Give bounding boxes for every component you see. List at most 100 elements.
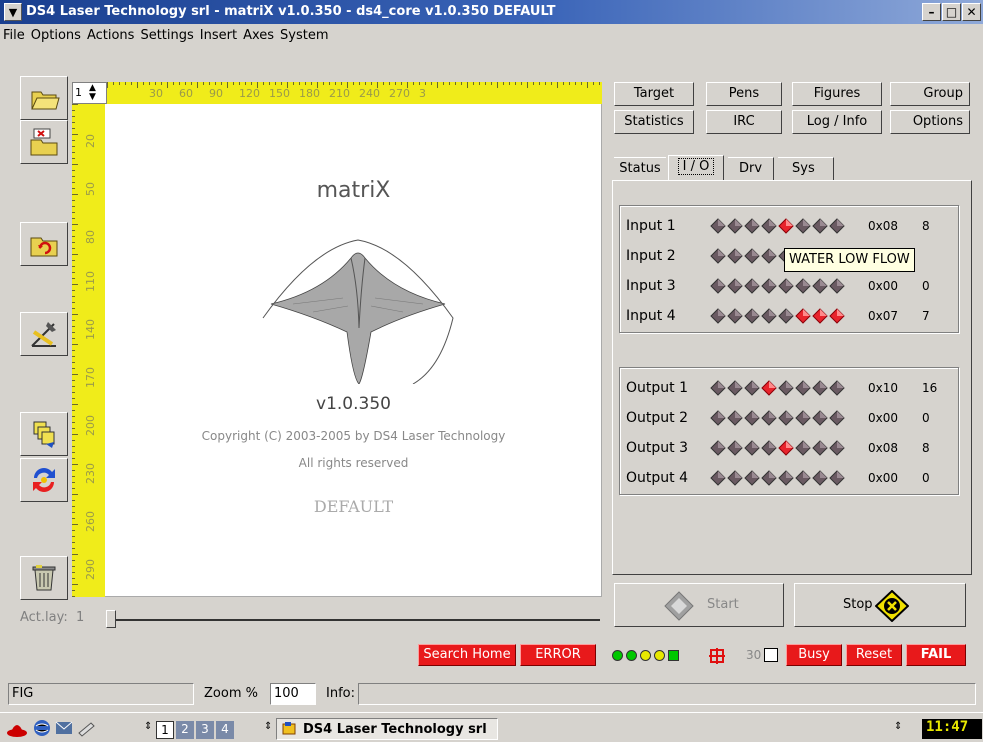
title-bar[interactable]: ▼ DS4 Laser Technology srl - matriX v1.0…	[0, 0, 983, 24]
subtab-status[interactable]: Status	[614, 157, 666, 181]
led-off-icon[interactable]	[778, 308, 794, 324]
led-off-icon[interactable]	[778, 278, 794, 294]
led-off-icon[interactable]	[795, 380, 811, 396]
led-off-icon[interactable]	[761, 278, 777, 294]
led-on-icon[interactable]	[812, 308, 828, 324]
led-off-icon[interactable]	[812, 470, 828, 486]
layers-button[interactable]	[20, 412, 68, 456]
desktop-2[interactable]: 2	[176, 721, 194, 739]
led-off-icon[interactable]	[727, 470, 743, 486]
led-on-icon[interactable]	[778, 218, 794, 234]
open-file-button[interactable]	[20, 76, 68, 120]
led-off-icon[interactable]	[812, 278, 828, 294]
actlay-slider-track[interactable]	[110, 619, 600, 621]
led-on-icon[interactable]	[795, 308, 811, 324]
led-on-icon[interactable]	[761, 380, 777, 396]
led-off-icon[interactable]	[761, 440, 777, 456]
led-off-icon[interactable]	[744, 308, 760, 324]
tab-pens[interactable]: Pens	[706, 82, 782, 106]
tab-statistics[interactable]: Statistics	[614, 110, 694, 134]
tab-log-info[interactable]: Log / Info	[792, 110, 882, 134]
desktop-3[interactable]: 3	[196, 721, 214, 739]
tray-arrows-icon[interactable]: ⇕	[894, 721, 902, 732]
led-off-icon[interactable]	[795, 278, 811, 294]
subtab-io[interactable]: I / O	[668, 155, 724, 181]
led-off-icon[interactable]	[812, 410, 828, 426]
subtab-sys[interactable]: Sys	[778, 157, 834, 181]
led-off-icon[interactable]	[710, 278, 726, 294]
led-off-icon[interactable]	[829, 218, 845, 234]
redhat-icon[interactable]	[6, 718, 28, 738]
led-off-icon[interactable]	[761, 410, 777, 426]
led-off-icon[interactable]	[761, 248, 777, 264]
led-off-icon[interactable]	[710, 470, 726, 486]
led-off-icon[interactable]	[829, 278, 845, 294]
led-off-icon[interactable]	[778, 410, 794, 426]
menu-file[interactable]: File	[0, 24, 28, 43]
led-off-icon[interactable]	[710, 440, 726, 456]
import-button[interactable]	[20, 120, 68, 164]
menu-actions[interactable]: Actions	[84, 24, 138, 43]
led-off-icon[interactable]	[795, 218, 811, 234]
edit-drawing-button[interactable]	[20, 312, 68, 356]
layer-spinbox[interactable]: 1 ▲ ▼	[72, 82, 107, 104]
led-off-icon[interactable]	[744, 470, 760, 486]
led-off-icon[interactable]	[710, 218, 726, 234]
led-off-icon[interactable]	[829, 410, 845, 426]
refresh-button[interactable]	[20, 458, 68, 502]
menu-system[interactable]: System	[277, 24, 331, 43]
led-off-icon[interactable]	[727, 308, 743, 324]
led-off-icon[interactable]	[795, 470, 811, 486]
menu-axes[interactable]: Axes	[240, 24, 277, 43]
tab-target[interactable]: Target	[614, 82, 694, 106]
led-off-icon[interactable]	[761, 308, 777, 324]
browser-globe-icon[interactable]	[32, 718, 52, 738]
led-off-icon[interactable]	[744, 218, 760, 234]
led-off-icon[interactable]	[727, 218, 743, 234]
task-button[interactable]: DS4 Laser Technology srl	[276, 718, 498, 740]
mail-icon[interactable]	[54, 718, 74, 738]
spin-arrows-icon[interactable]: ▲ ▼	[89, 84, 96, 102]
counter-checkbox[interactable]	[764, 648, 778, 662]
led-off-icon[interactable]	[778, 470, 794, 486]
led-off-icon[interactable]	[829, 380, 845, 396]
stop-button[interactable]: Stop	[794, 583, 966, 627]
led-off-icon[interactable]	[795, 440, 811, 456]
led-off-icon[interactable]	[710, 380, 726, 396]
led-off-icon[interactable]	[778, 380, 794, 396]
led-off-icon[interactable]	[812, 380, 828, 396]
pager-arrows-icon[interactable]: ⇕	[144, 721, 152, 732]
led-off-icon[interactable]	[744, 380, 760, 396]
led-off-icon[interactable]	[727, 248, 743, 264]
actlay-slider-handle[interactable]	[106, 610, 116, 628]
led-off-icon[interactable]	[710, 248, 726, 264]
tasklist-arrows-icon[interactable]: ⇕	[264, 721, 272, 732]
led-off-icon[interactable]	[761, 218, 777, 234]
led-off-icon[interactable]	[829, 440, 845, 456]
menu-options[interactable]: Options	[28, 24, 84, 43]
led-off-icon[interactable]	[727, 278, 743, 294]
menu-insert[interactable]: Insert	[197, 24, 240, 43]
zoom-input[interactable]: 100	[270, 683, 316, 705]
reload-button[interactable]	[20, 222, 68, 266]
reset-button[interactable]: Reset	[846, 644, 902, 666]
led-off-icon[interactable]	[744, 440, 760, 456]
drawing-canvas[interactable]: matriX v1.0.350 Copyright (C) 2003-2005 …	[105, 104, 602, 597]
led-on-icon[interactable]	[778, 440, 794, 456]
tab-irc[interactable]: IRC	[706, 110, 782, 134]
trash-button[interactable]	[20, 556, 68, 600]
minimize-button[interactable]: –	[922, 3, 941, 21]
led-off-icon[interactable]	[710, 308, 726, 324]
led-off-icon[interactable]	[744, 248, 760, 264]
tab-group[interactable]: Group	[890, 82, 970, 106]
subtab-drv[interactable]: Drv	[728, 157, 774, 181]
maximize-button[interactable]: □	[942, 3, 961, 21]
led-off-icon[interactable]	[761, 470, 777, 486]
led-off-icon[interactable]	[795, 410, 811, 426]
led-off-icon[interactable]	[812, 218, 828, 234]
start-button[interactable]: Start	[614, 583, 784, 627]
led-off-icon[interactable]	[744, 278, 760, 294]
led-off-icon[interactable]	[829, 470, 845, 486]
led-off-icon[interactable]	[727, 440, 743, 456]
tab-figures[interactable]: Figures	[792, 82, 882, 106]
